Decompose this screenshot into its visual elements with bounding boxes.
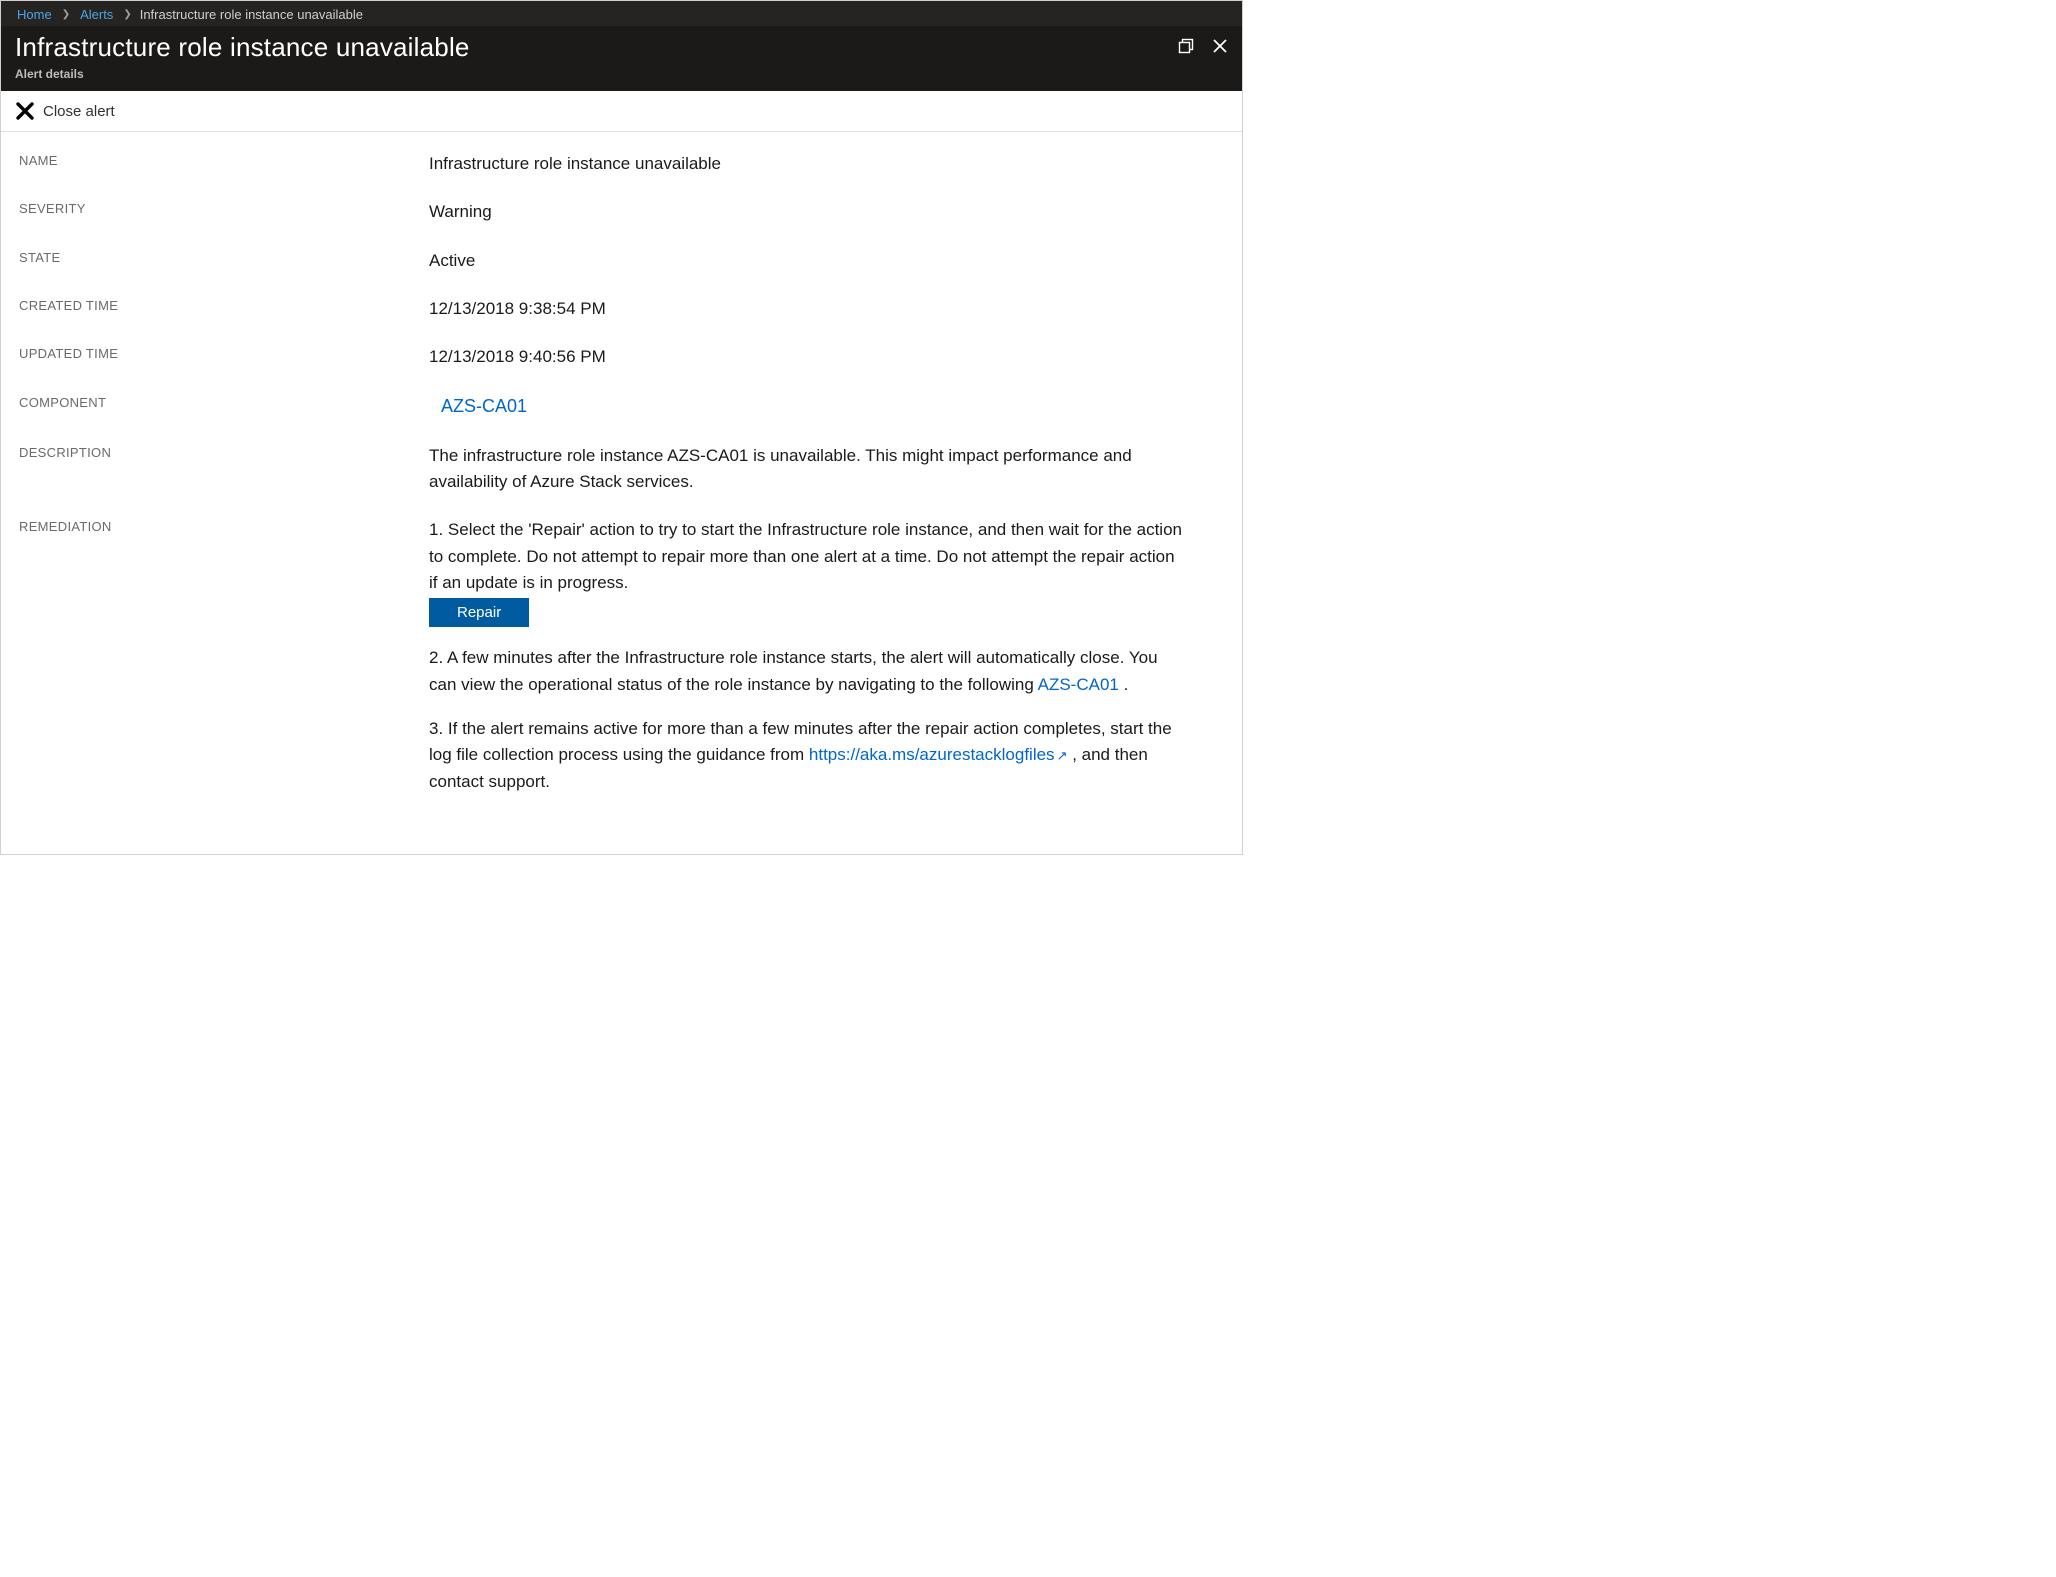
row-severity: SEVERITY Warning <box>19 188 1224 236</box>
row-remediation: REMEDIATION 1. Select the 'Repair' actio… <box>19 506 1224 824</box>
label-created: CREATED TIME <box>19 296 429 322</box>
remediation-block: 1. Select the 'Repair' action to try to … <box>429 517 1224 813</box>
value-created: 12/13/2018 9:38:54 PM <box>429 296 1224 322</box>
breadcrumb-alerts[interactable]: Alerts <box>78 5 115 24</box>
value-state: Active <box>429 248 1224 274</box>
label-remediation: REMEDIATION <box>19 517 429 813</box>
toolbar: Close alert <box>1 91 1242 132</box>
remediation-step3-link[interactable]: https://aka.ms/azurestacklogfiles <box>809 745 1055 764</box>
breadcrumb: Home ❯ Alerts ❯ Infrastructure role inst… <box>1 1 1242 26</box>
page-title: Infrastructure role instance unavailable <box>15 32 1178 63</box>
row-updated: UPDATED TIME 12/13/2018 9:40:56 PM <box>19 333 1224 381</box>
chevron-right-icon: ❯ <box>62 9 70 20</box>
breadcrumb-current: Infrastructure role instance unavailable <box>140 7 363 22</box>
content: NAME Infrastructure role instance unavai… <box>1 132 1242 854</box>
close-alert-label: Close alert <box>43 103 115 120</box>
value-updated: 12/13/2018 9:40:56 PM <box>429 344 1224 370</box>
remediation-step2-link[interactable]: AZS-CA01 <box>1038 675 1119 694</box>
row-created: CREATED TIME 12/13/2018 9:38:54 PM <box>19 285 1224 333</box>
x-bold-icon <box>15 101 35 121</box>
row-description: DESCRIPTION The infrastructure role inst… <box>19 432 1224 507</box>
value-name: Infrastructure role instance unavailable <box>429 151 1224 177</box>
close-icon[interactable] <box>1212 38 1228 57</box>
label-updated: UPDATED TIME <box>19 344 429 370</box>
label-description: DESCRIPTION <box>19 443 429 496</box>
external-link-icon: ↗ <box>1057 748 1068 763</box>
value-severity: Warning <box>429 199 1224 225</box>
label-component: COMPONENT <box>19 393 429 421</box>
remediation-step1: 1. Select the 'Repair' action to try to … <box>429 520 1182 592</box>
remediation-step2-b: . <box>1119 675 1128 694</box>
row-state: STATE Active <box>19 237 1224 285</box>
breadcrumb-home[interactable]: Home <box>15 5 54 24</box>
row-name: NAME Infrastructure role instance unavai… <box>19 140 1224 188</box>
chevron-right-icon: ❯ <box>123 9 131 20</box>
restore-window-icon[interactable] <box>1178 38 1194 57</box>
label-severity: SEVERITY <box>19 199 429 225</box>
row-component: COMPONENT AZS-CA01 <box>19 382 1224 432</box>
component-link[interactable]: AZS-CA01 <box>441 396 527 416</box>
page-subtitle: Alert details <box>15 67 1178 81</box>
close-alert-button[interactable]: Close alert <box>15 101 115 121</box>
value-description: The infrastructure role instance AZS-CA0… <box>429 443 1224 496</box>
title-bar: Infrastructure role instance unavailable… <box>1 26 1242 91</box>
repair-button[interactable]: Repair <box>429 598 529 627</box>
label-state: STATE <box>19 248 429 274</box>
label-name: NAME <box>19 151 429 177</box>
header-region: Home ❯ Alerts ❯ Infrastructure role inst… <box>1 1 1242 91</box>
